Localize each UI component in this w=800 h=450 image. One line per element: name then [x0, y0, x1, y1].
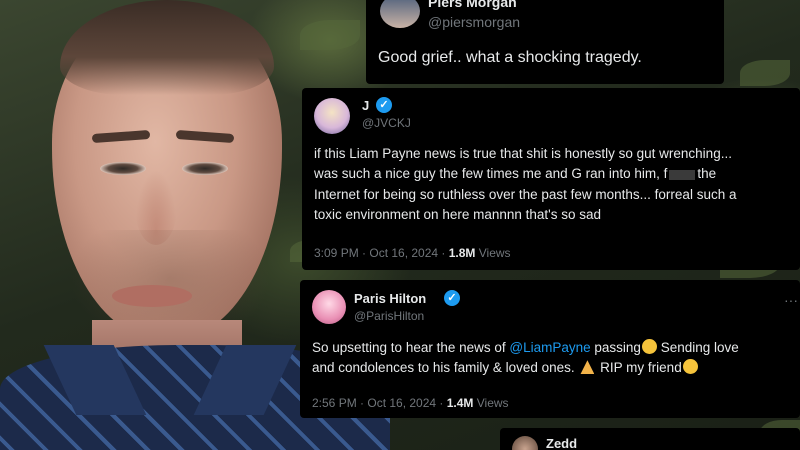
tweet-line: was such a nice guy the few times me and…: [314, 164, 798, 184]
views-label: Views: [473, 396, 509, 410]
author-name[interactable]: J: [362, 98, 369, 113]
view-count: 1.4M: [446, 396, 474, 410]
tweet-card-zedd[interactable]: Zedd: [500, 428, 800, 450]
praying-hands-icon: [580, 360, 595, 375]
avatar[interactable]: [512, 436, 538, 450]
tweet-card-paris[interactable]: Paris Hilton ✓ @ParisHilton ··· So upset…: [300, 280, 800, 418]
crying-face-icon: [641, 339, 657, 354]
tweet-line-part: the: [697, 166, 717, 182]
tweet-line: and condolences to his family & loved on…: [312, 358, 798, 378]
avatar[interactable]: [314, 98, 350, 134]
person-photo: [0, 0, 390, 450]
avatar[interactable]: [312, 290, 346, 324]
timestamp[interactable]: 3:09 PM · Oct 16, 2024 ·: [314, 246, 449, 260]
views-label: Views: [475, 246, 511, 260]
left-eye: [100, 162, 146, 175]
foliage: [740, 60, 790, 86]
right-eye: [182, 162, 228, 175]
tweet-meta: 2:56 PM · Oct 16, 2024 · 1.4M Views: [312, 396, 509, 410]
tweet-meta: 3:09 PM · Oct 16, 2024 · 1.8M Views: [314, 246, 511, 260]
tweet-line: if this Liam Payne news is true that shi…: [314, 146, 732, 161]
tweet-text: if this Liam Payne news is true that shi…: [314, 144, 798, 225]
author-name[interactable]: Piers Morgan: [428, 0, 517, 10]
tweet-line-part: Sending love: [656, 340, 739, 355]
author-handle[interactable]: @piersmorgan: [428, 14, 520, 30]
author-name[interactable]: Zedd: [546, 436, 577, 450]
tweet-line-part: and condolences to his family & loved on…: [312, 360, 579, 376]
hair: [60, 0, 274, 95]
redacted-word: [669, 169, 696, 180]
tweet-line: So upsetting to hear the news of @LiamPa…: [312, 338, 798, 358]
tweet-text: Good grief.. what a shocking tragedy.: [378, 49, 642, 66]
author-handle[interactable]: @ParisHilton: [354, 309, 424, 323]
mention-link[interactable]: @LiamPayne: [509, 340, 590, 355]
timestamp[interactable]: 2:56 PM · Oct 16, 2024 ·: [312, 396, 447, 410]
more-options-icon[interactable]: ···: [784, 292, 798, 308]
tweet-text: So upsetting to hear the news of @LiamPa…: [312, 338, 798, 379]
view-count: 1.8M: [448, 246, 476, 260]
author-name[interactable]: Paris Hilton: [354, 291, 426, 306]
verified-badge-icon: ✓: [376, 97, 392, 113]
tweet-card-jvckj[interactable]: J ✓ @JVCKJ if this Liam Payne news is tr…: [302, 88, 800, 270]
tweet-line: Internet for being so ruthless over the …: [314, 186, 737, 202]
verified-badge-icon: ✓: [444, 290, 460, 306]
tweet-line: toxic environment on here mannnn that's …: [314, 206, 601, 222]
tweet-line-part: was such a nice guy the few times me and…: [314, 166, 668, 182]
tweet-line-part: passing: [590, 340, 641, 355]
author-handle[interactable]: @JVCKJ: [362, 116, 411, 130]
avatar[interactable]: [380, 0, 420, 28]
tweet-card-piers[interactable]: Piers Morgan @piersmorgan Good grief.. w…: [366, 0, 724, 84]
mouth: [112, 285, 192, 307]
tweet-line-part: So upsetting to hear the news of: [312, 340, 510, 355]
crying-face-icon: [682, 359, 698, 375]
tweet-line-part: RIP my friend: [596, 360, 682, 376]
